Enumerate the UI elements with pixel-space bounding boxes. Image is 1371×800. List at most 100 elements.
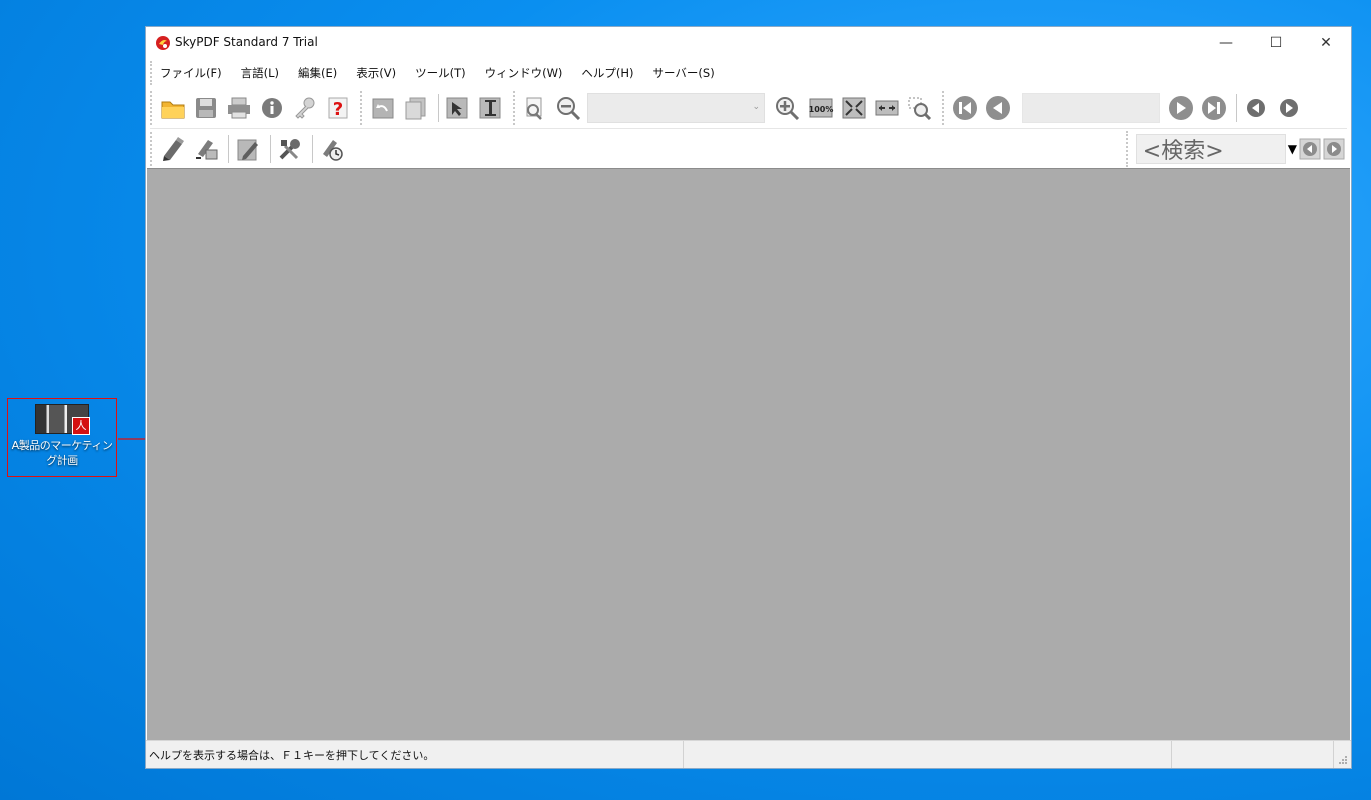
resize-grip-icon[interactable] xyxy=(1334,741,1351,768)
last-page-button[interactable] xyxy=(1199,94,1228,122)
search-next-icon xyxy=(1323,138,1345,160)
zoom-out-button[interactable] xyxy=(554,94,583,122)
window-title: SkyPDF Standard 7 Trial xyxy=(175,35,318,49)
pages-button[interactable] xyxy=(401,94,430,122)
close-button[interactable]: ✕ xyxy=(1303,27,1349,59)
maximize-button[interactable]: ☐ xyxy=(1253,27,1299,59)
menu-tools[interactable]: ツール(T) xyxy=(415,65,466,81)
pdf-thumbnail-icon: 人 xyxy=(35,404,90,435)
menu-bar: ファイル(F) 言語(L) 編集(E) 表示(V) ツール(T) ウィンドウ(W… xyxy=(150,61,1347,85)
fit-page-button[interactable] xyxy=(839,94,868,122)
fit-page-icon xyxy=(842,97,865,119)
menu-view[interactable]: 表示(V) xyxy=(356,65,396,81)
svg-text:?: ? xyxy=(332,99,342,120)
status-message: ヘルプを表示する場合は、Ｆ１キーを押下してください。 xyxy=(146,741,684,768)
undo-button[interactable] xyxy=(368,94,397,122)
status-cell xyxy=(1172,741,1334,768)
next-page-button[interactable] xyxy=(1166,94,1195,122)
next-page-icon xyxy=(1168,96,1193,120)
menu-server[interactable]: サーバー(S) xyxy=(653,65,715,81)
text-cursor-icon xyxy=(479,97,500,119)
pen-clock-icon xyxy=(322,140,343,161)
wrench-screwdriver-icon xyxy=(279,139,300,160)
zoom-page-icon xyxy=(526,97,542,120)
search-previous-icon xyxy=(1299,138,1321,160)
key-icon xyxy=(294,97,314,119)
security-button[interactable] xyxy=(290,94,319,122)
menu-language[interactable]: 言語(L) xyxy=(241,65,279,81)
toolbar-separator xyxy=(312,135,313,163)
undo-icon xyxy=(372,98,393,119)
first-page-button[interactable] xyxy=(950,94,979,122)
help-button[interactable]: ? xyxy=(323,94,352,122)
toolbar-separator xyxy=(270,135,271,163)
edit-pencil-icon xyxy=(237,139,258,161)
skypdf-logo-icon xyxy=(156,36,170,50)
document-view-area[interactable] xyxy=(147,168,1350,740)
menu-help[interactable]: ヘルプ(H) xyxy=(581,65,633,81)
edit-text-button[interactable] xyxy=(233,135,262,163)
zoom-out-icon xyxy=(556,97,580,120)
info-icon xyxy=(261,98,282,118)
first-page-icon xyxy=(952,96,977,120)
search-dropdown-icon[interactable]: ▼ xyxy=(1288,142,1297,156)
timestamp-button[interactable] xyxy=(317,135,346,163)
open-folder-button[interactable] xyxy=(158,94,187,122)
status-bar: ヘルプを表示する場合は、Ｆ１キーを押下してください。 xyxy=(146,740,1351,768)
print-button[interactable] xyxy=(224,94,253,122)
svg-text:100%: 100% xyxy=(808,105,833,114)
zoom-in-icon xyxy=(775,97,799,120)
zoom-area-button[interactable] xyxy=(521,94,550,122)
secondary-toolbar: <検索> ▼ xyxy=(150,128,1347,169)
text-select-button[interactable] xyxy=(476,94,505,122)
pen-stamp-icon xyxy=(195,140,217,160)
save-button[interactable] xyxy=(191,94,220,122)
edit-tool-group xyxy=(360,91,509,125)
fit-width-button[interactable] xyxy=(872,94,901,122)
forward-view-button[interactable] xyxy=(1274,94,1303,122)
zoom-100-icon: 100% xyxy=(808,98,833,118)
fit-width-icon xyxy=(875,100,898,116)
menu-edit[interactable]: 編集(E) xyxy=(298,65,337,81)
toolbar-separator xyxy=(1236,94,1237,122)
toolbar-separator xyxy=(438,94,439,122)
pen-tool-button[interactable] xyxy=(191,135,220,163)
select-arrow-icon xyxy=(446,97,467,119)
document-info-button[interactable] xyxy=(257,94,286,122)
loupe-button[interactable] xyxy=(905,94,934,122)
navigation-tool-group xyxy=(942,91,1307,125)
menu-file[interactable]: ファイル(F) xyxy=(160,65,222,81)
previous-page-icon xyxy=(985,96,1010,120)
search-area: <検索> ▼ xyxy=(1125,131,1347,167)
desktop-file-label: A製品のマーケティング計画 xyxy=(11,439,113,467)
search-input[interactable]: <検索> xyxy=(1135,134,1286,164)
chevron-down-icon[interactable]: ⌄ xyxy=(752,102,760,112)
folder-icon xyxy=(161,101,184,119)
markup-tool-button[interactable] xyxy=(158,135,187,163)
title-bar[interactable]: SkyPDF Standard 7 Trial — ☐ ✕ xyxy=(146,27,1351,59)
loupe-icon xyxy=(908,97,931,120)
menu-window[interactable]: ウィンドウ(W) xyxy=(485,65,563,81)
search-previous-button[interactable] xyxy=(1299,135,1321,163)
select-tool-button[interactable] xyxy=(443,94,472,122)
pages-icon xyxy=(405,97,425,120)
toolbar-separator xyxy=(228,135,229,163)
actual-size-button[interactable]: 100% xyxy=(806,94,835,122)
acrobat-badge-icon: 人 xyxy=(72,417,90,435)
minimize-button[interactable]: — xyxy=(1203,27,1249,59)
zoom-in-button[interactable] xyxy=(773,94,802,122)
marker-pen-icon xyxy=(162,137,184,161)
zoom-tool-group: ⌄ 100% xyxy=(513,91,938,125)
search-next-button[interactable] xyxy=(1323,135,1345,163)
zoom-level-combobox[interactable]: ⌄ xyxy=(587,93,765,123)
desktop-pdf-file-icon[interactable]: 人 A製品のマーケティング計画 xyxy=(7,398,117,477)
page-number-field[interactable] xyxy=(1022,93,1160,123)
resize-grip-dots xyxy=(1339,756,1347,764)
tools-button[interactable] xyxy=(275,135,304,163)
main-toolbar: ? ⌄ 100% xyxy=(150,89,1347,127)
back-view-button[interactable] xyxy=(1241,94,1270,122)
forward-icon xyxy=(1279,99,1298,117)
printer-icon xyxy=(227,97,250,119)
help-question-icon: ? xyxy=(328,97,347,120)
previous-page-button[interactable] xyxy=(983,94,1012,122)
